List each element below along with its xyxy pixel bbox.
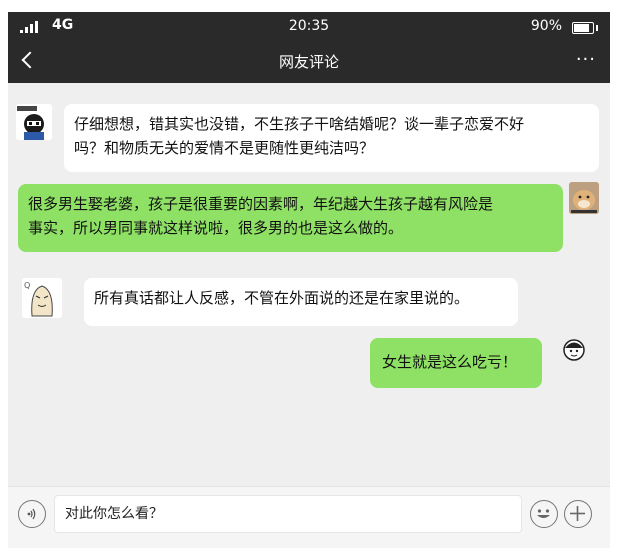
dog-icon[interactable] — [569, 182, 599, 214]
svg-text:Q: Q — [24, 281, 30, 290]
message-text: 吗？和物质无关的爱情不是更随性更纯洁吗？ — [74, 139, 375, 157]
message-bubble[interactable]: 女生就是这么吃亏！ — [370, 338, 542, 388]
message-text: 仔细想想，错其实也没错，不生孩子干啥结婚呢？谈一辈子恋爱不好 — [74, 115, 525, 133]
anime-character-icon[interactable] — [16, 104, 52, 140]
comment-input[interactable]: 对此你怎么看？ — [54, 495, 522, 533]
page-title: 网友评论 — [278, 53, 339, 71]
cartoon-face-icon[interactable]: Q — [22, 278, 62, 318]
phone-screen: 4G 20:35 90% 网友评论 ··· 仔细想想，错其实也没错，不生孩子干啥… — [8, 12, 610, 548]
message-bubble[interactable]: 很多男生娶老婆，孩子是很重要的因素啊，年纪越大生孩子越有风险是 事实，所以男同事… — [18, 184, 563, 252]
clock: 20:35 — [288, 18, 330, 34]
message-text: 所有真话都让人反感，不管在外面说的还是在家里说的。 — [94, 289, 470, 307]
plus-icon[interactable] — [564, 500, 592, 528]
cartoon-face-icon[interactable] — [561, 337, 587, 363]
status-bar: 4G 20:35 90% — [8, 12, 610, 40]
battery-percent: 90% — [530, 18, 562, 34]
message-bubble[interactable]: 所有真话都让人反感，不管在外面说的还是在家里说的。 — [84, 278, 518, 326]
input-bar: 对此你怎么看？ — [8, 486, 610, 548]
emoji-icon[interactable] — [530, 500, 558, 528]
more-options-icon[interactable]: ··· — [576, 51, 596, 69]
message-text: 很多男生娶老婆，孩子是很重要的因素啊，年纪越大生孩子越有风险是 — [28, 195, 494, 213]
battery-icon — [572, 22, 598, 34]
nav-bar: 网友评论 ··· — [8, 40, 610, 83]
message-bubble[interactable]: 仔细想想，错其实也没错，不生孩子干啥结婚呢？谈一辈子恋爱不好 吗？和物质无关的爱… — [64, 104, 599, 172]
message-text: 事实，所以男同事就这样说啦，很多男的也是这么做的。 — [28, 219, 404, 237]
voice-icon[interactable] — [18, 500, 46, 528]
message-text: 女生就是这么吃亏！ — [382, 353, 518, 371]
